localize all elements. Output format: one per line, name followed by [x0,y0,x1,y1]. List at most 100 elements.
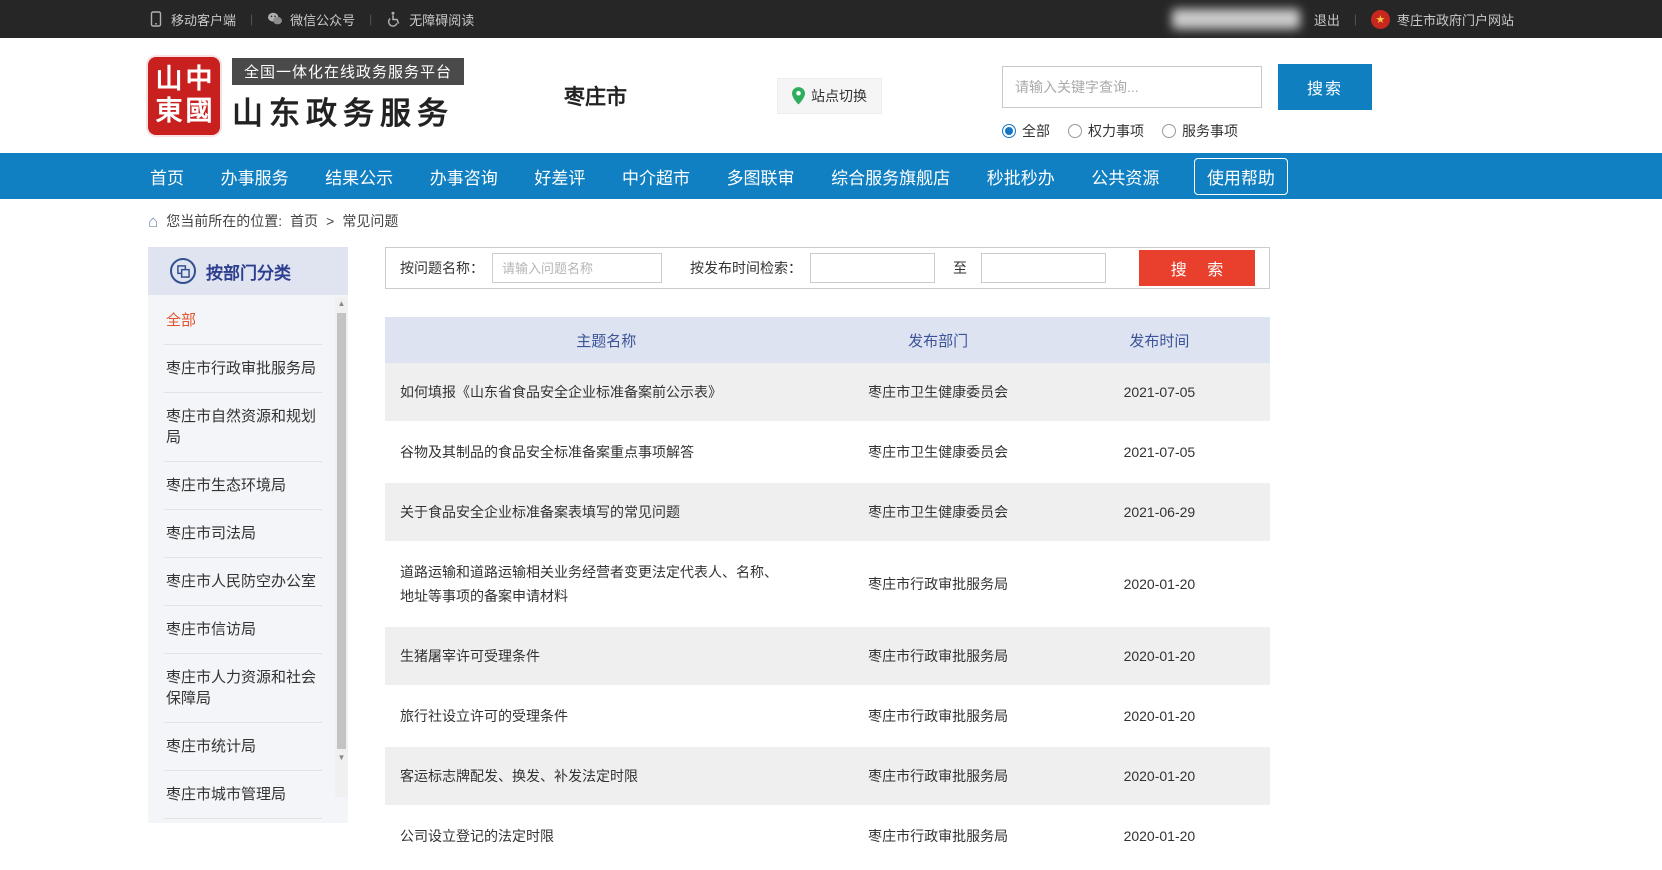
category-icon [170,258,196,284]
keyword-search-input[interactable] [1002,66,1262,108]
breadcrumb-current: 常见问题 [342,211,398,231]
city-portal-link[interactable]: ★ 枣庄市政府门户网站 [1371,10,1514,29]
publish-date: 2020-01-20 [1049,626,1270,686]
scroll-up-icon[interactable]: ▲ [335,297,348,311]
question-name-input[interactable] [492,253,662,283]
publish-department: 枣庄市卫生健康委员会 [828,482,1049,542]
current-city-label: 枣庄市 [564,81,627,111]
publish-date: 2020-01-20 [1049,806,1270,866]
column-header-department: 发布部门 [828,317,1049,363]
department-item[interactable]: 枣庄市公安局 [164,819,322,823]
department-item[interactable]: 全部 [164,297,322,345]
column-header-date: 发布时间 [1049,317,1270,363]
accessibility-reading-link[interactable]: 无障碍阅读 [386,10,474,29]
table-row: 谷物及其制品的食品安全标准备案重点事项解答 枣庄市卫生健康委员会 2021-07… [385,422,1270,482]
publish-date: 2021-07-05 [1049,363,1270,422]
nav-item[interactable]: 中介超市 [620,160,692,193]
department-item[interactable]: 枣庄市行政审批服务局 [164,345,322,393]
table-row: 公司设立登记的法定时限 枣庄市行政审批服务局 2020-01-20 [385,806,1270,866]
scrollbar-thumb[interactable] [337,313,346,749]
question-filter-bar: 按问题名称： 按发布时间检索： 至 搜 索 [385,247,1270,289]
department-item[interactable]: 枣庄市生态环境局 [164,462,322,510]
breadcrumb-separator: > [326,213,334,229]
question-title-link[interactable]: 如何填报《山东省食品安全企业标准备案前公示表》 [400,384,722,400]
publish-date: 2021-06-29 [1049,482,1270,542]
nav-item[interactable]: 综合服务旗舰店 [829,160,952,193]
question-title-link[interactable]: 道路运输和道路运输相关业务经营者变更法定代表人、名称、地址等事项的备案申请材料 [400,564,778,604]
scope-radio-option[interactable]: 全部 [1002,121,1050,141]
sidebar-title: 按部门分类 [206,259,291,284]
wechat-icon [267,11,283,27]
nav-item[interactable]: 办事服务 [219,160,291,193]
filter-search-button[interactable]: 搜 索 [1139,250,1255,286]
breadcrumb-home-link[interactable]: 首页 [290,211,318,231]
main-navigation: 首页 办事服务 结果公示 办事咨询 好差评 中介超市 多图联审 综合服务旗舰店 … [0,153,1662,199]
logout-link[interactable]: 退出 [1314,10,1340,29]
nav-item[interactable]: 结果公示 [323,160,395,193]
publish-department: 枣庄市行政审批服务局 [828,746,1049,806]
name-filter-label: 按问题名称： [400,258,484,278]
table-header-row: 主题名称 发布部门 发布时间 [385,317,1270,363]
radio-label: 服务事项 [1182,121,1238,141]
question-title-link[interactable]: 关于食品安全企业标准备案表填写的常见问题 [400,504,680,520]
home-icon: ⌂ [148,213,158,230]
location-pin-icon [792,87,805,105]
department-item[interactable]: 枣庄市人民防空办公室 [164,558,322,606]
radio-label: 权力事项 [1088,121,1144,141]
radio-icon[interactable] [1002,124,1016,138]
top-utility-bar: 移动客户端 | 微信公众号 | 无障碍阅读 退出 | ★ [0,0,1662,38]
nav-item[interactable]: 办事咨询 [428,160,500,193]
site-switch-button[interactable]: 站点切换 [777,78,882,114]
table-row: 关于食品安全企业标准备案表填写的常见问题 枣庄市卫生健康委员会 2021-06-… [385,482,1270,542]
table-row: 道路运输和道路运输相关业务经营者变更法定代表人、名称、地址等事项的备案申请材料 … [385,542,1270,626]
question-title-link[interactable]: 谷物及其制品的食品安全标准备案重点事项解答 [400,444,694,460]
scope-radio-option[interactable]: 服务事项 [1162,121,1238,141]
department-item[interactable]: 枣庄市司法局 [164,510,322,558]
department-item[interactable]: 枣庄市城市管理局 [164,771,322,819]
scope-radio-option[interactable]: 权力事项 [1068,121,1144,141]
date-to-label: 至 [953,258,967,278]
nav-item[interactable]: 多图联审 [725,160,797,193]
nav-item[interactable]: 首页 [148,160,186,193]
publish-date: 2020-01-20 [1049,746,1270,806]
publish-department: 枣庄市卫生健康委员会 [828,363,1049,422]
department-item[interactable]: 枣庄市信访局 [164,606,322,654]
publish-date: 2020-01-20 [1049,542,1270,626]
separator: | [369,12,372,26]
scroll-down-icon[interactable]: ▼ [335,751,348,765]
department-item[interactable]: 枣庄市人力资源和社会保障局 [164,654,322,723]
table-row: 生猪屠宰许可受理条件 枣庄市行政审批服务局 2020-01-20 [385,626,1270,686]
date-from-input[interactable] [810,253,935,283]
sidebar-scrollbar[interactable]: ▲ ▼ [335,297,348,797]
date-to-input[interactable] [981,253,1106,283]
radio-label: 全部 [1022,121,1050,141]
question-title-link[interactable]: 旅行社设立许可的受理条件 [400,708,568,724]
question-title-link[interactable]: 公司设立登记的法定时限 [400,828,554,844]
national-emblem-icon: ★ [1371,10,1390,29]
breadcrumb-prefix: 您当前所在的位置: [166,211,282,231]
shandong-seal-logo: 山 中 東 國 [148,57,220,135]
mobile-client-link[interactable]: 移动客户端 [148,10,236,29]
radio-icon[interactable] [1162,124,1176,138]
table-row: 如何填报《山东省食品安全企业标准备案前公示表》 枣庄市卫生健康委员会 2021-… [385,363,1270,422]
column-header-title: 主题名称 [385,317,828,363]
nav-item[interactable]: 使用帮助 [1194,158,1288,195]
sidebar-header: 按部门分类 [148,247,348,295]
publish-date: 2020-01-20 [1049,686,1270,746]
breadcrumb: ⌂ 您当前所在的位置: 首页 > 常见问题 [148,211,1514,231]
nav-item[interactable]: 公共资源 [1089,160,1161,193]
department-item[interactable]: 枣庄市统计局 [164,723,322,771]
wechat-official-link[interactable]: 微信公众号 [267,10,355,29]
question-title-link[interactable]: 客运标志牌配发、换发、补发法定时限 [400,768,638,784]
department-item[interactable]: 枣庄市自然资源和规划局 [164,393,322,462]
mobile-phone-icon [148,11,164,27]
publish-department: 枣庄市行政审批服务局 [828,686,1049,746]
header-search-button[interactable]: 搜索 [1278,64,1372,110]
nav-item[interactable]: 秒批秒办 [985,160,1057,193]
date-filter-label: 按发布时间检索： [690,258,802,278]
department-list: 全部 枣庄市行政审批服务局 枣庄市自然资源和规划局 枣庄市生态环境局 枣庄市司法… [148,295,348,823]
site-logo[interactable]: 山 中 東 國 全国一体化在线政务服务平台 山东政务服务 [148,57,464,135]
nav-item[interactable]: 好差评 [532,160,587,193]
question-title-link[interactable]: 生猪屠宰许可受理条件 [400,648,540,664]
radio-icon[interactable] [1068,124,1082,138]
